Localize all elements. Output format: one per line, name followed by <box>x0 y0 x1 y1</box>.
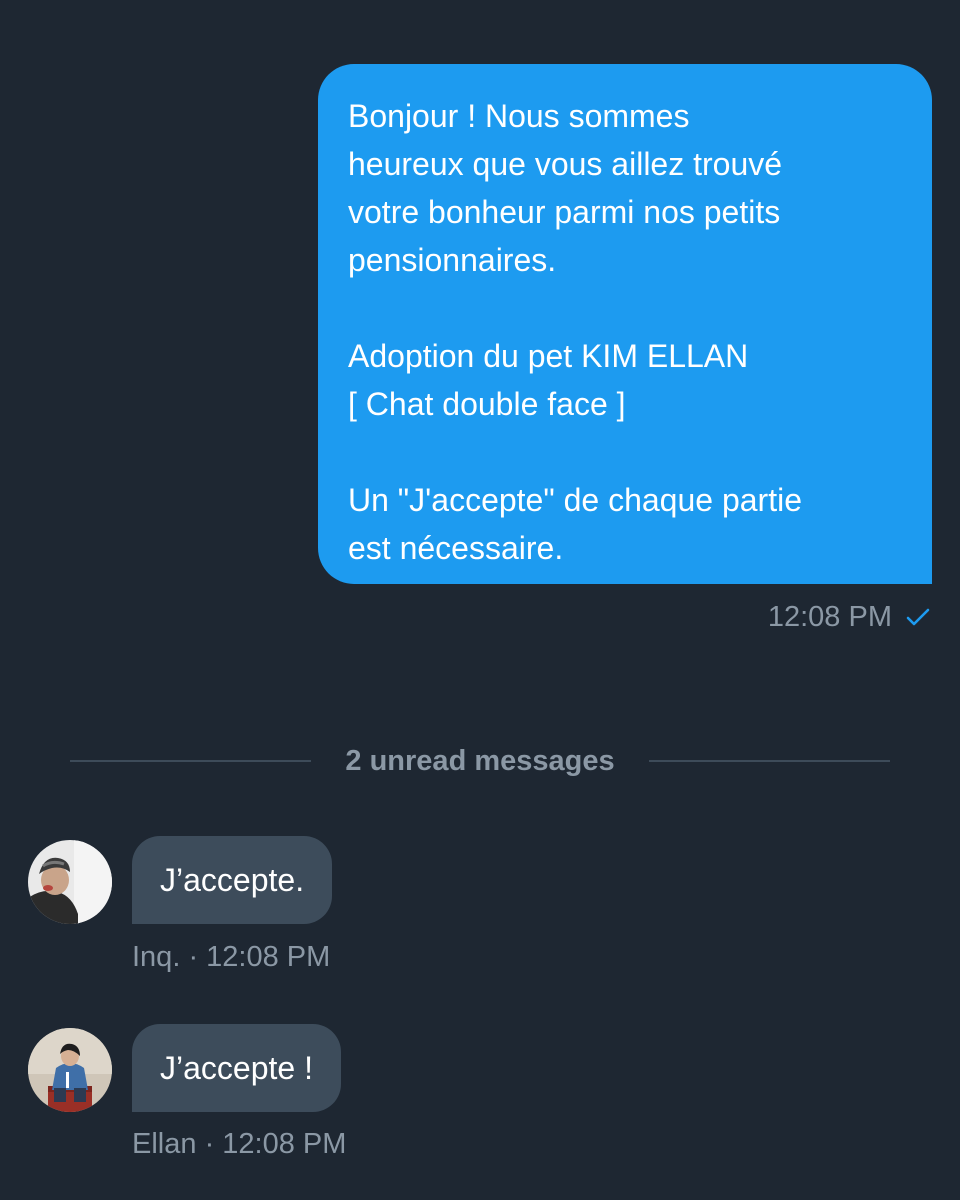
incoming-message-text: J’accepte. <box>160 861 305 898</box>
unread-messages-divider: 2 unread messages <box>70 740 891 782</box>
incoming-message-bubble[interactable]: J’accepte ! <box>132 1024 341 1112</box>
avatar-ellan-image <box>28 1028 112 1112</box>
outgoing-message-bubble[interactable]: Bonjour ! Nous sommes heureux que vous a… <box>318 64 932 584</box>
avatar-inq[interactable] <box>28 840 112 924</box>
unread-messages-label: 2 unread messages <box>345 744 615 777</box>
meta-separator: · <box>188 941 199 973</box>
incoming-message-time: 12:08 PM <box>206 941 331 973</box>
outgoing-message-text: Bonjour ! Nous sommes heureux que vous a… <box>348 98 802 566</box>
outgoing-message-meta: 12:08 PM <box>768 598 930 636</box>
incoming-message-meta: Inq. · 12:08 PM <box>132 941 330 974</box>
divider-line-right <box>648 760 891 762</box>
outgoing-message-time: 12:08 PM <box>767 600 892 633</box>
avatar-inq-image <box>28 840 112 924</box>
check-icon <box>906 605 930 629</box>
incoming-message-time: 12:08 PM <box>222 1128 347 1160</box>
incoming-message-bubble[interactable]: J’accepte. <box>132 836 333 924</box>
incoming-message-text: J’accepte ! <box>160 1049 313 1086</box>
divider-line-left <box>70 760 312 762</box>
incoming-message-meta: Ellan · 12:08 PM <box>132 1128 346 1161</box>
avatar-ellan[interactable] <box>28 1028 112 1112</box>
sender-name[interactable]: Inq. <box>132 941 180 973</box>
sender-name[interactable]: Ellan <box>132 1128 197 1160</box>
meta-separator: · <box>204 1128 215 1160</box>
